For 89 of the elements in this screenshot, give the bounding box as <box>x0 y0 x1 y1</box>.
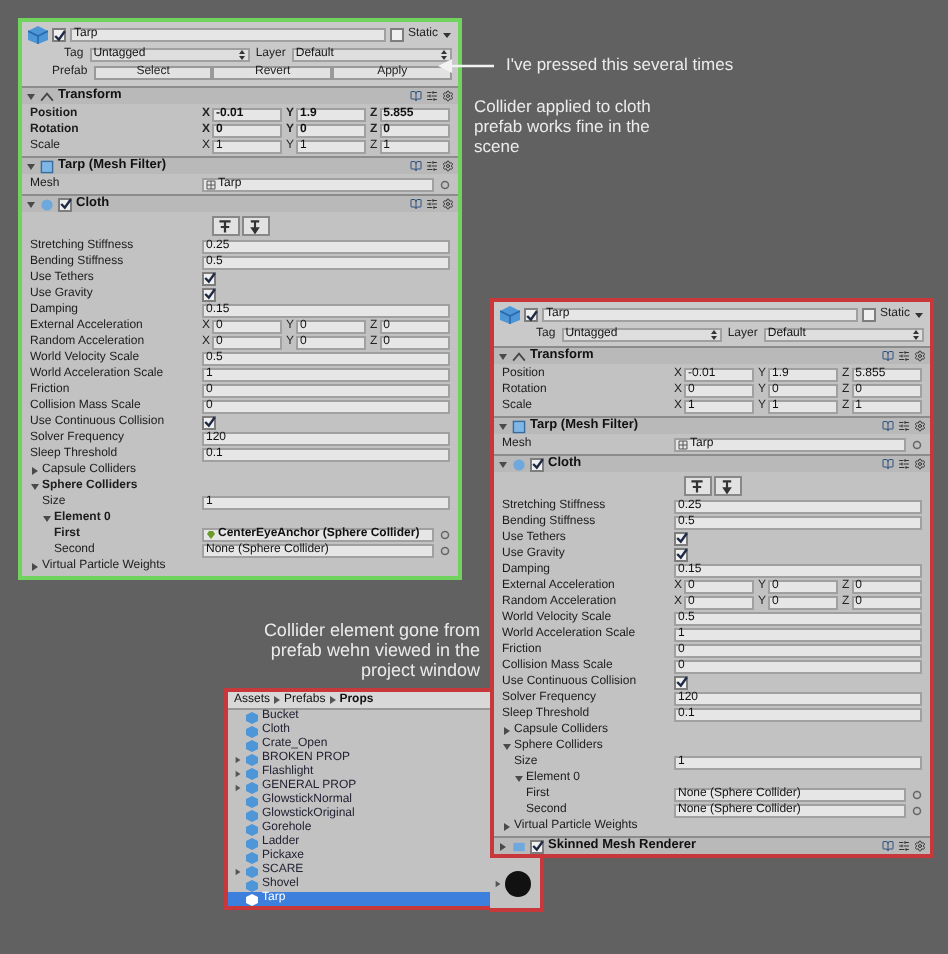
settings-icon[interactable] <box>914 458 926 470</box>
collapsed-arrow-icon[interactable] <box>502 821 512 831</box>
collapsed-arrow-icon[interactable] <box>30 465 40 475</box>
mesh-filter-icon <box>40 159 54 173</box>
checkbox[interactable] <box>202 415 216 429</box>
sliders-icon[interactable] <box>426 90 438 102</box>
help-icon[interactable] <box>882 458 894 470</box>
expanded-arrow-icon[interactable] <box>26 91 36 101</box>
expanded-arrow-icon[interactable] <box>26 199 36 209</box>
sphere-preview-icon <box>504 869 532 897</box>
dropdown-arrows-icon <box>912 329 921 339</box>
dropdown-caret-icon[interactable] <box>442 30 452 40</box>
expanded-arrow-icon[interactable] <box>26 161 36 171</box>
dropdown-arrows-icon <box>709 329 718 339</box>
checkbox[interactable] <box>202 271 216 285</box>
cloth-icon <box>40 197 54 211</box>
sliders-icon[interactable] <box>426 198 438 210</box>
checkbox[interactable] <box>202 287 216 301</box>
expanded-arrow-icon[interactable] <box>498 351 508 361</box>
checkbox[interactable] <box>52 28 66 42</box>
collapsed-arrow-icon[interactable] <box>498 841 508 851</box>
help-icon[interactable] <box>410 90 422 102</box>
checkbox[interactable] <box>389 28 404 42</box>
help-icon[interactable] <box>410 160 422 172</box>
checkbox[interactable] <box>58 197 72 211</box>
sliders-icon[interactable] <box>898 350 910 362</box>
object-picker-icon[interactable] <box>912 439 922 449</box>
annotation-text: I've pressed this several times <box>506 54 734 74</box>
sliders-icon[interactable] <box>898 840 910 852</box>
help-icon[interactable] <box>410 198 422 210</box>
expanded-arrow-icon[interactable] <box>514 773 524 783</box>
checkbox[interactable] <box>530 839 544 853</box>
object-icon <box>206 529 216 539</box>
transform-icon <box>40 90 54 102</box>
breadcrumb-separator-icon <box>274 696 281 704</box>
vertex-tool-icon <box>690 479 704 493</box>
mesh-icon <box>678 439 688 449</box>
sliders-icon[interactable] <box>426 160 438 172</box>
paint-constraints-button[interactable] <box>241 216 269 236</box>
settings-icon[interactable] <box>914 350 926 362</box>
transform-icon <box>512 350 526 362</box>
brush-tool-icon <box>720 479 734 493</box>
annotation-text: Collider element gone from prefab wehn viewed in the project window <box>261 620 480 680</box>
collapsed-arrow-icon[interactable] <box>233 867 241 875</box>
cube-icon <box>28 26 48 44</box>
collapsed-arrow-icon[interactable] <box>233 769 241 777</box>
collapsed-arrow-icon[interactable] <box>494 879 502 887</box>
dropdown-arrows-icon <box>440 49 449 59</box>
collapsed-arrow-icon[interactable] <box>30 561 40 571</box>
vertex-tool-icon <box>218 219 232 233</box>
help-icon[interactable] <box>882 420 894 432</box>
checkbox[interactable] <box>674 531 688 545</box>
cloth-icon <box>512 457 526 471</box>
checkbox[interactable] <box>861 308 876 322</box>
brush-tool-icon <box>248 219 262 233</box>
breadcrumb-separator-icon <box>329 696 336 704</box>
settings-icon[interactable] <box>442 90 454 102</box>
settings-icon[interactable] <box>914 420 926 432</box>
checkbox[interactable] <box>524 308 538 322</box>
mesh-filter-icon <box>512 419 526 433</box>
help-icon[interactable] <box>882 350 894 362</box>
object-picker-icon[interactable] <box>440 179 450 189</box>
edit-constraints-button[interactable] <box>683 476 711 496</box>
settings-icon[interactable] <box>442 198 454 210</box>
paint-constraints-button[interactable] <box>713 476 741 496</box>
expanded-arrow-icon[interactable] <box>498 421 508 431</box>
collapsed-arrow-icon[interactable] <box>233 755 241 763</box>
mesh-icon <box>206 179 216 189</box>
collapsed-arrow-icon[interactable] <box>233 783 241 791</box>
pointer-arrow <box>438 58 494 74</box>
expanded-arrow-icon[interactable] <box>498 459 508 469</box>
checkbox[interactable] <box>530 457 544 471</box>
dropdown-arrows-icon <box>237 49 246 59</box>
dropdown-caret-icon[interactable] <box>914 310 924 320</box>
checkbox[interactable] <box>674 547 688 561</box>
help-icon[interactable] <box>882 840 894 852</box>
settings-icon[interactable] <box>914 840 926 852</box>
skinned-mesh-icon <box>512 839 526 853</box>
annotation-text: Collider applied to cloth prefab works fine in the scene <box>474 96 653 156</box>
cube-icon <box>500 306 520 324</box>
collapsed-arrow-icon[interactable] <box>502 725 512 735</box>
sliders-icon[interactable] <box>898 420 910 432</box>
expanded-arrow-icon[interactable] <box>502 741 512 751</box>
expanded-arrow-icon[interactable] <box>42 513 52 523</box>
checkbox[interactable] <box>674 675 688 689</box>
sliders-icon[interactable] <box>898 458 910 470</box>
edit-constraints-button[interactable] <box>211 216 239 236</box>
settings-icon[interactable] <box>442 160 454 172</box>
expanded-arrow-icon[interactable] <box>30 481 40 491</box>
